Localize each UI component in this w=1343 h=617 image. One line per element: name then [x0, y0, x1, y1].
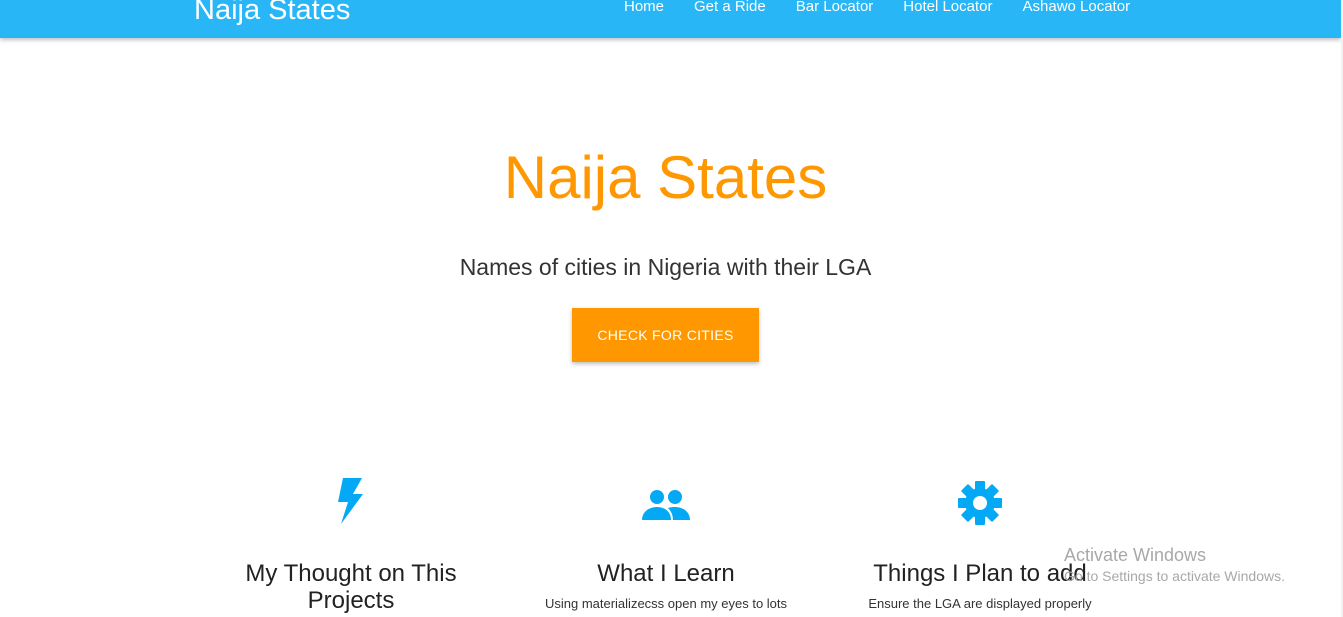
- hero-title: Naija States: [503, 144, 828, 211]
- settings-icon: [952, 478, 1008, 528]
- feature-card-learn: What I Learn Using materializecss open m…: [516, 478, 816, 613]
- hero-subtitle: Names of cities in Nigeria with their LG…: [459, 254, 872, 280]
- nav-links: Home Get a Ride Bar Locator Hotel Locato…: [609, 0, 1145, 20]
- navbar: Naija States Home Get a Ride Bar Locator…: [0, 0, 1341, 38]
- watermark-title: Activate Windows: [1064, 545, 1207, 565]
- nav-link-hotel-locator[interactable]: Hotel Locator: [888, 0, 1007, 20]
- brand-logo[interactable]: Naija States: [194, 0, 350, 28]
- nav-link-home[interactable]: Home: [609, 0, 679, 20]
- check-for-cities-button[interactable]: CHECK FOR CITIES: [572, 308, 759, 362]
- activate-windows-watermark: Activate Windows Go to Settings to activ…: [1064, 543, 1285, 585]
- feature-text: Using materializecss open my eyes to lot…: [544, 596, 788, 611]
- feature-text: Ensure the LGA are displayed properly: [868, 596, 1092, 611]
- nav-link-ashawo-locator[interactable]: Ashawo Locator: [1008, 0, 1146, 20]
- flash-icon: [323, 478, 379, 528]
- nav-link-bar-locator[interactable]: Bar Locator: [781, 0, 889, 20]
- feature-heading: What I Learn: [597, 560, 735, 587]
- group-icon: [638, 478, 694, 528]
- watermark-subtitle: Go to Settings to activate Windows.: [1064, 568, 1285, 584]
- feature-card-thoughts: My Thought on This Projects: [201, 478, 501, 614]
- feature-heading: My Thought on This Projects: [245, 560, 457, 614]
- nav-link-get-a-ride[interactable]: Get a Ride: [679, 0, 781, 20]
